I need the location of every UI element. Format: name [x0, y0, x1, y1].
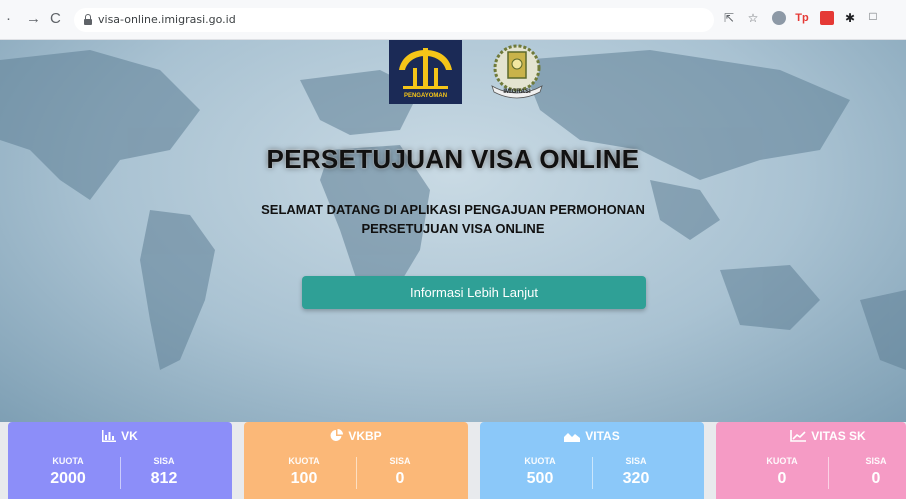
- quota-value: 100: [290, 470, 318, 487]
- quota-column: KUOTA 100: [274, 456, 334, 489]
- card-title: VITAS SK: [811, 429, 866, 443]
- remaining-column: SISA 812: [134, 456, 194, 489]
- quota-value: 0: [777, 470, 787, 487]
- card-vkbp: VKBP KUOTA 100 SISA 0: [244, 422, 468, 499]
- welcome-text: SELAMAT DATANG DI APLIKASI PENGAJUAN PER…: [253, 200, 653, 238]
- card-title: VITAS: [585, 429, 620, 443]
- bar-chart-icon: [102, 430, 117, 445]
- imigrasi-logo: IMIGRASI: [484, 42, 550, 102]
- puzzle-extensions-icon[interactable]: ✱: [843, 11, 857, 25]
- area-chart-icon: [564, 430, 581, 445]
- card-vitas-sk: VITAS SK KUOTA 0 SISA 0: [716, 422, 906, 499]
- quota-label: KUOTA: [288, 456, 320, 466]
- page-title: PERSETUJUAN VISA ONLINE: [266, 144, 640, 174]
- card-divider: [356, 457, 357, 489]
- welcome-line-2: PERSETUJUAN VISA ONLINE: [361, 221, 545, 236]
- red-extension-icon[interactable]: [820, 11, 834, 25]
- pie-chart-icon: [330, 429, 344, 445]
- remaining-value: 0: [871, 470, 881, 487]
- card-header: VKBP: [244, 429, 468, 445]
- browser-toolbar: · → C visa-online.imigrasi.go.id ⇱ ☆ Tp …: [0, 0, 906, 40]
- remaining-label: SISA: [865, 456, 887, 466]
- remaining-value: 0: [395, 470, 405, 487]
- tp-extension-icon[interactable]: Tp: [795, 11, 809, 25]
- imigrasi-caption: IMIGRASI: [503, 89, 531, 95]
- arrow-forward-icon[interactable]: →: [26, 10, 41, 28]
- card-vk: VK KUOTA 2000 SISA 812: [8, 422, 232, 499]
- card-title: VKBP: [348, 429, 382, 443]
- card-header: VK: [8, 429, 232, 445]
- remaining-label: SISA: [153, 456, 175, 466]
- quota-label: KUOTA: [52, 456, 84, 466]
- welcome-line-1: SELAMAT DATANG DI APLIKASI PENGAJUAN PER…: [261, 202, 645, 217]
- quota-value: 2000: [50, 470, 86, 487]
- remaining-value: 320: [622, 470, 650, 487]
- sidepanel-icon[interactable]: □: [866, 9, 880, 23]
- quota-cards: VK KUOTA 2000 SISA 812 VKBP KUOTA 100 SI…: [0, 422, 906, 499]
- quota-column: KUOTA 500: [510, 456, 570, 489]
- bookmark-star-icon[interactable]: ☆: [746, 11, 760, 25]
- remaining-label: SISA: [389, 456, 411, 466]
- card-divider: [828, 457, 829, 489]
- line-chart-icon: [790, 430, 807, 445]
- arrow-back-icon[interactable]: ·: [6, 10, 11, 28]
- card-divider: [120, 457, 121, 489]
- remaining-value: 812: [150, 470, 178, 487]
- card-title: VK: [121, 429, 138, 443]
- card-header: VITAS SK: [716, 429, 906, 445]
- card-vitas: VITAS KUOTA 500 SISA 320: [480, 422, 704, 499]
- more-info-button[interactable]: Informasi Lebih Lanjut: [302, 276, 646, 309]
- remaining-label: SISA: [625, 456, 647, 466]
- lock-icon[interactable]: [84, 14, 92, 25]
- remaining-column: SISA 320: [606, 456, 666, 489]
- address-bar[interactable]: visa-online.imigrasi.go.id: [74, 8, 714, 32]
- reload-icon[interactable]: C: [50, 10, 61, 28]
- share-icon[interactable]: ⇱: [722, 11, 736, 25]
- url-text: visa-online.imigrasi.go.id: [98, 13, 236, 26]
- quota-column: KUOTA 0: [752, 456, 812, 489]
- quota-label: KUOTA: [766, 456, 798, 466]
- card-divider: [592, 457, 593, 489]
- pengayoman-caption: PENGAYOMAN: [403, 93, 448, 99]
- card-header: VITAS: [480, 429, 704, 445]
- quota-column: KUOTA 2000: [38, 456, 98, 489]
- remaining-column: SISA 0: [846, 456, 906, 489]
- hero-section: PENGAYOMAN IMIGRASI PERSETUJUAN VISA ONL…: [0, 40, 906, 422]
- remaining-column: SISA 0: [370, 456, 430, 489]
- quota-label: KUOTA: [524, 456, 556, 466]
- quota-value: 500: [526, 470, 554, 487]
- extension-profile-icon[interactable]: [772, 11, 786, 25]
- kemenkumham-logo: PENGAYOMAN: [389, 40, 462, 104]
